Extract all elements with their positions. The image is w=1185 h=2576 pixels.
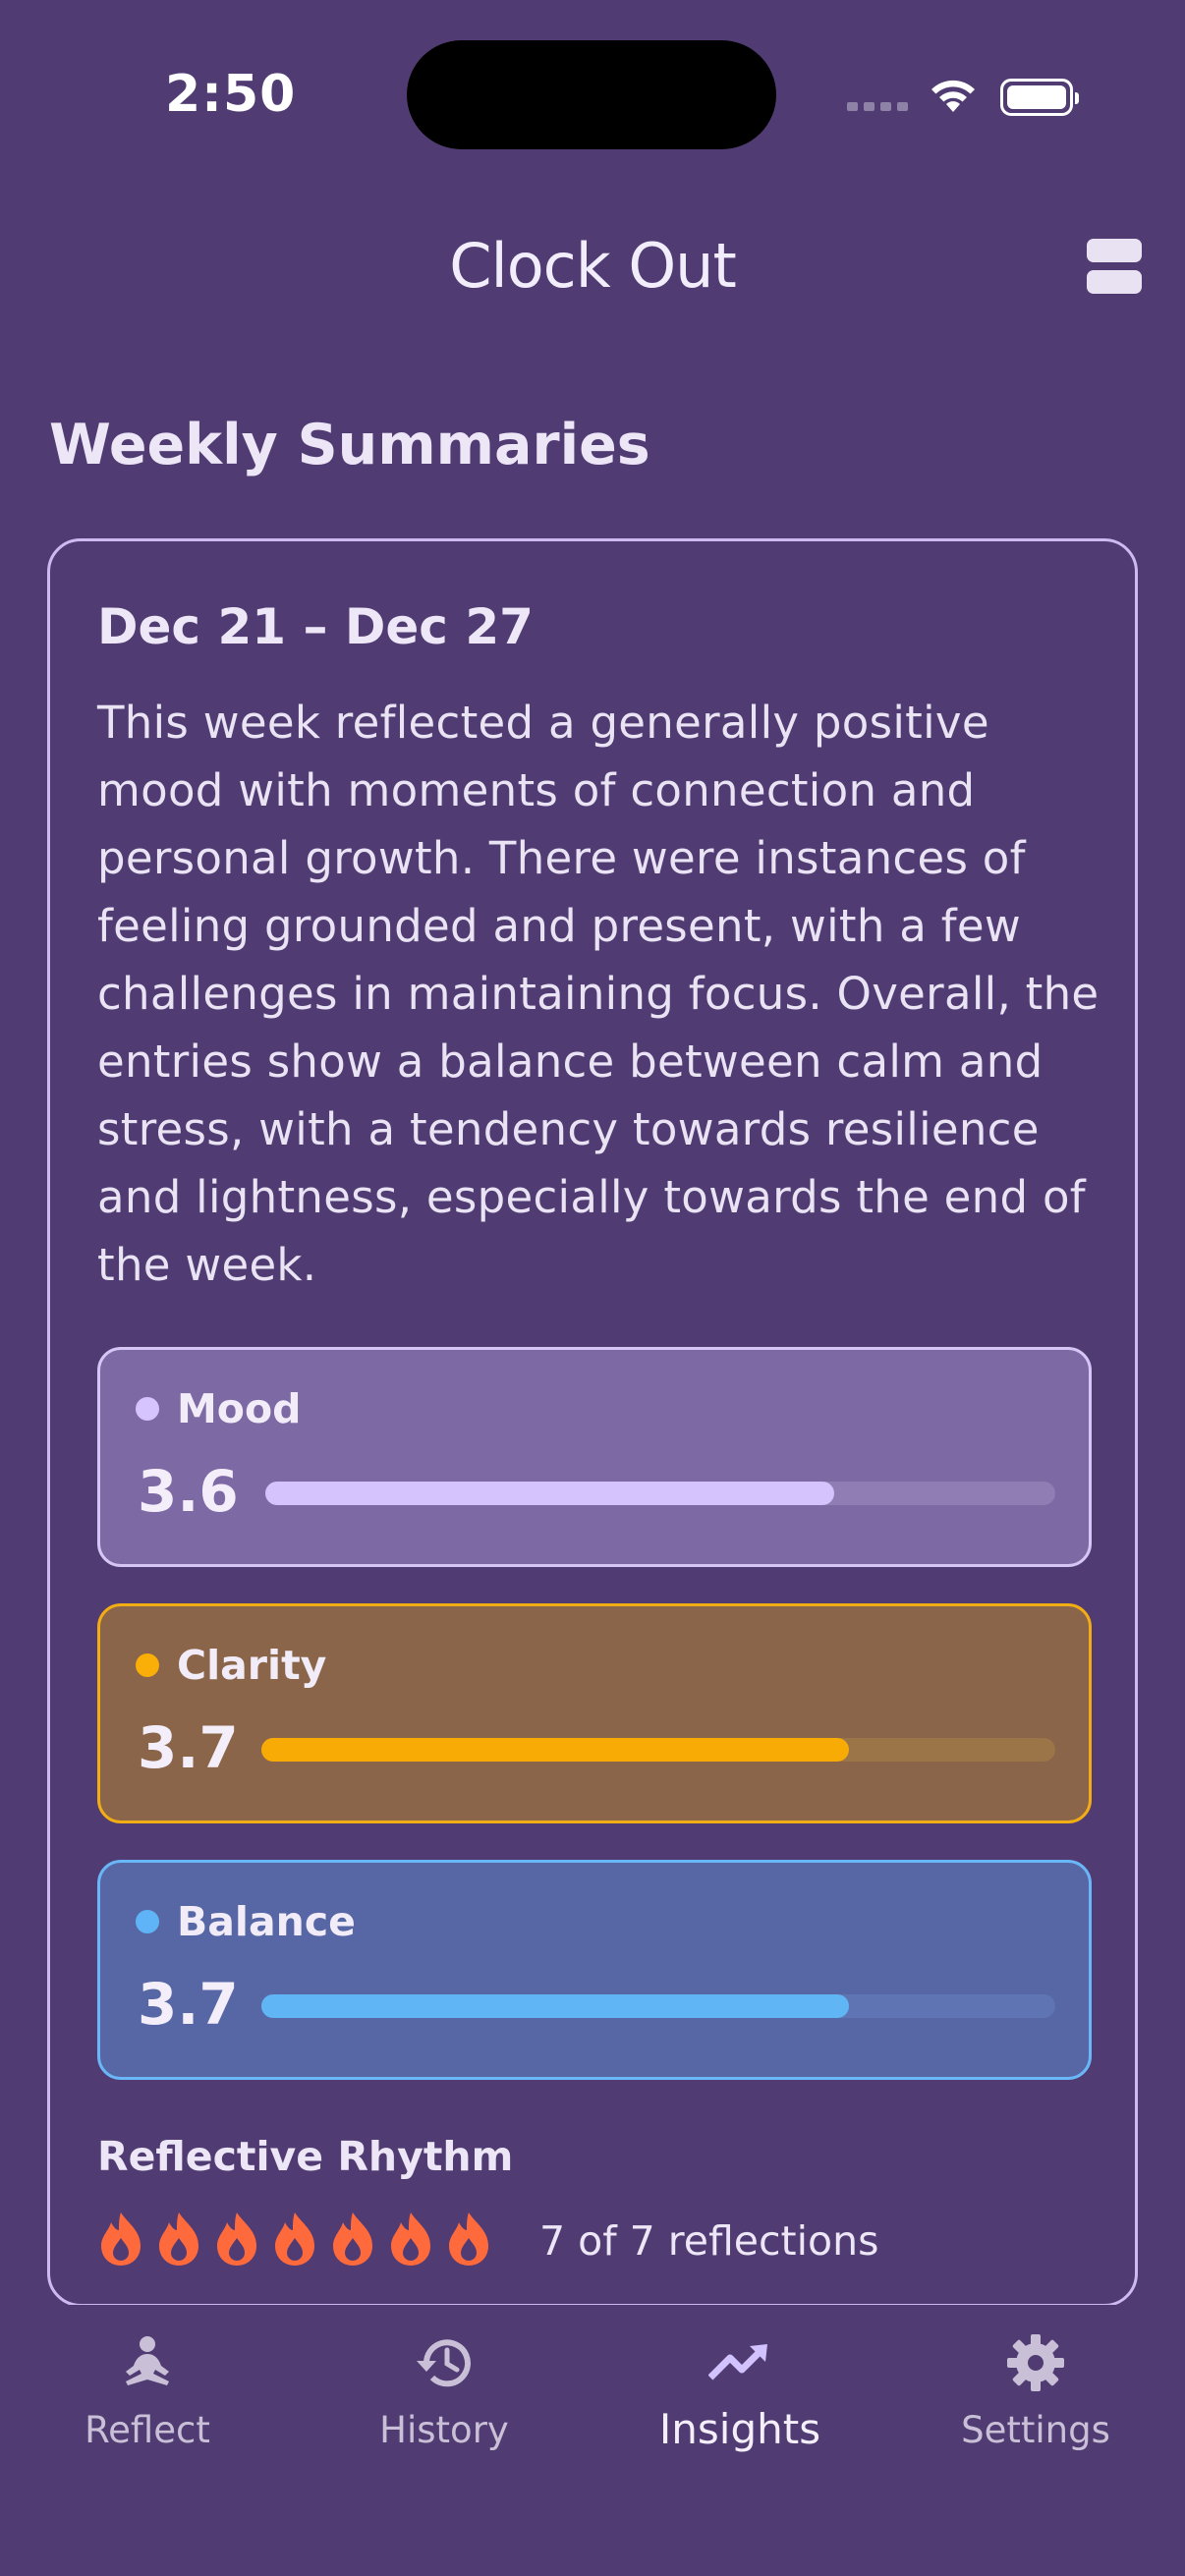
flame-icon [275, 2212, 314, 2266]
wifi-icon [931, 80, 975, 112]
summary-text: This week reflected a generally positive… [97, 697, 1100, 1291]
metric-track [265, 1482, 1055, 1505]
metric-mood: Mood 3.6 [97, 1347, 1092, 1567]
tab-history[interactable]: History [297, 2334, 592, 2451]
dynamic-island [407, 40, 776, 149]
trending-up-icon [708, 2344, 767, 2380]
flame-icon [333, 2212, 372, 2266]
flame-icon [391, 2212, 430, 2266]
tab-label: Insights [658, 2405, 821, 2453]
weekly-summary-card[interactable]: Dec 21 – Dec 27 This week reflected a ge… [47, 538, 1138, 2307]
metric-track [261, 1738, 1055, 1762]
mood-dot-icon [136, 1397, 159, 1421]
metric-bar [265, 1482, 834, 1505]
cellular-signal-icon [847, 102, 908, 111]
metric-label: Balance [177, 1898, 356, 1945]
rhythm-title: Reflective Rhythm [97, 2133, 514, 2180]
tab-label: History [379, 2409, 509, 2451]
metric-balance: Balance 3.7 [97, 1860, 1092, 2080]
rhythm-flames [97, 2211, 492, 2268]
flame-icon [101, 2212, 141, 2266]
tab-settings[interactable]: Settings [888, 2334, 1183, 2451]
metric-bar [261, 1738, 849, 1762]
metric-label: Clarity [177, 1642, 327, 1689]
status-time: 2:50 [165, 65, 297, 124]
app-title: Clock Out [449, 230, 737, 302]
flame-icon [217, 2212, 256, 2266]
tab-label: Settings [961, 2409, 1110, 2451]
metric-value: 3.6 [138, 1458, 239, 1525]
bottom-nav: Reflect History Insights Settings [0, 2305, 1185, 2576]
section-title: Weekly Summaries [49, 413, 650, 477]
metric-track [261, 1994, 1055, 2018]
metric-bar [261, 1994, 849, 2018]
metric-value: 3.7 [138, 1971, 239, 2038]
metric-label: Mood [177, 1385, 302, 1432]
gear-icon [1007, 2334, 1064, 2391]
history-icon [417, 2339, 471, 2387]
metric-clarity: Clarity 3.7 [97, 1603, 1092, 1823]
view-toggle-icon[interactable] [1087, 239, 1142, 294]
tab-reflect[interactable]: Reflect [0, 2334, 295, 2451]
meditation-icon [126, 2336, 169, 2385]
tab-insights[interactable]: Insights [592, 2334, 887, 2453]
tab-label: Reflect [85, 2409, 210, 2451]
flame-icon [159, 2212, 198, 2266]
rhythm-count: 7 of 7 reflections [539, 2217, 879, 2265]
clarity-dot-icon [136, 1653, 159, 1677]
battery-icon [1000, 79, 1079, 116]
balance-dot-icon [136, 1910, 159, 1933]
summary-date-range: Dec 21 – Dec 27 [97, 598, 534, 655]
flame-icon [449, 2212, 488, 2266]
metric-value: 3.7 [138, 1714, 239, 1781]
